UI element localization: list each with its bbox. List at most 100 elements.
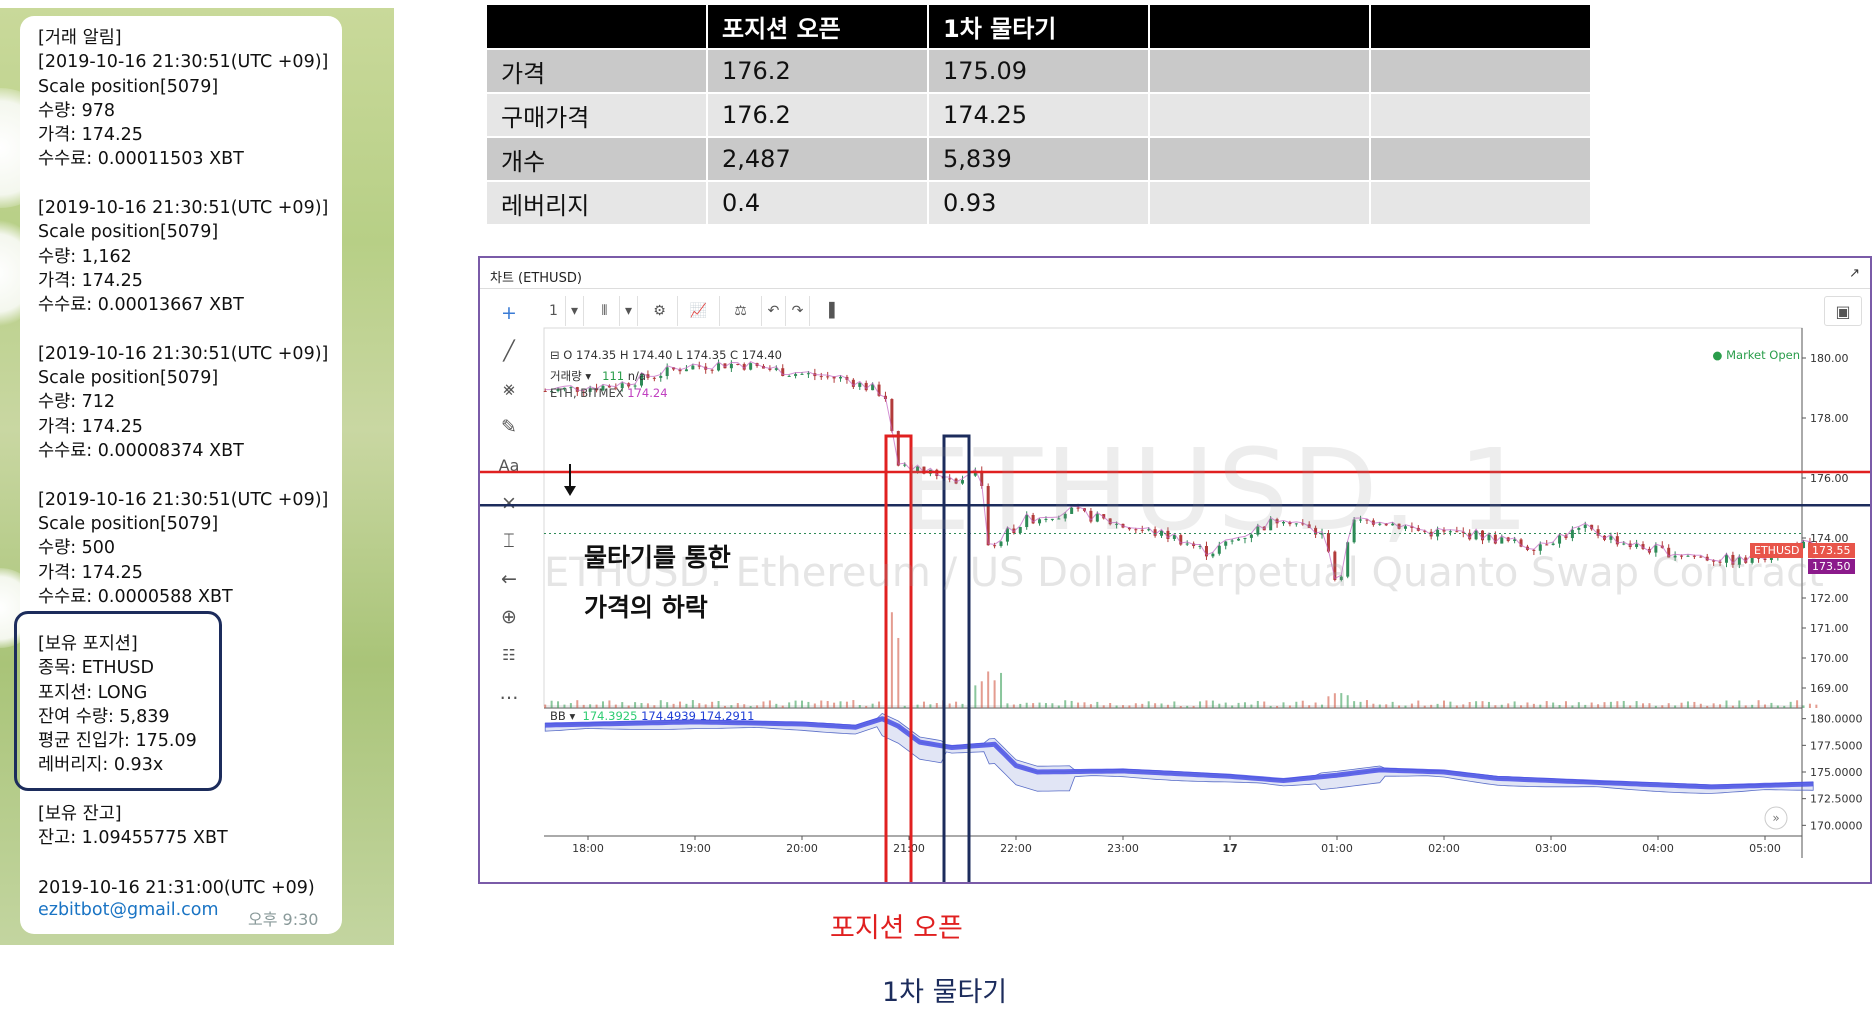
volume-bar: [1199, 701, 1202, 708]
volume-bar: [608, 700, 611, 708]
volume-bar: [1417, 700, 1420, 708]
volume-bar: [1057, 705, 1060, 708]
candle-body: [1545, 544, 1549, 546]
fill-qty: 수량: 1,162: [38, 246, 132, 267]
volume-bar: [1423, 705, 1426, 708]
volume-bar: [1410, 703, 1413, 708]
volume-bar: [1770, 702, 1773, 708]
collapse-icon[interactable]: ⊟: [550, 348, 560, 362]
volume-bar: [1520, 705, 1523, 708]
message-sent-time: 오후 9:30: [248, 910, 319, 929]
row-label: 개수: [487, 138, 706, 180]
volume-bar: [1224, 702, 1227, 708]
volume-bar: [659, 700, 662, 708]
time-axis-label: 22:00: [1000, 842, 1032, 855]
volume-bar: [1000, 672, 1003, 708]
volume-bar: [1102, 705, 1105, 708]
volume-bar: [1276, 705, 1279, 708]
email-link[interactable]: ezbitbot@gmail.com: [38, 900, 219, 920]
volume-bar: [1096, 701, 1099, 708]
fill-fee: 수수료: 0.00008374 XBT: [38, 441, 244, 462]
price-axis-label: 176.00: [1810, 472, 1849, 485]
fill-fee: 수수료: 0.00011503 XBT: [38, 149, 244, 170]
volume-bar: [1667, 703, 1670, 708]
volume-bar: [1802, 705, 1805, 708]
table-header-add1: 1차 물타기: [929, 5, 1148, 48]
volume-bar: [801, 700, 803, 708]
chevron-down-icon[interactable]: ▾: [585, 369, 591, 383]
volume-bar: [1686, 701, 1689, 708]
volume-bar: [1648, 703, 1651, 708]
position-table: 포지션 오픈 1차 물타기 가격 176.2 175.09 구매가격 176.2…: [485, 3, 1592, 226]
table-row: 구매가격 176.2 174.25: [487, 94, 1590, 136]
fill-label: Scale position[5079]: [38, 76, 219, 97]
volume-bar: [1378, 704, 1381, 708]
volume-bar: [890, 612, 893, 708]
time-axis-label: 18:00: [572, 842, 604, 855]
cell-open: 176.2: [708, 94, 927, 136]
volume-bar: [601, 701, 604, 708]
symbol-label: ETH, BITMEX: [550, 386, 624, 400]
candle-body: [839, 376, 843, 379]
volume-bar: [1455, 705, 1458, 708]
bb-label: BB: [550, 709, 566, 723]
volume-bar: [1398, 705, 1401, 708]
bb-readout: BB ▾ 174.3925 174.4939 174.2911: [550, 709, 754, 723]
caption-position-open: 포지션 오픈: [830, 913, 963, 944]
candle-body: [729, 363, 733, 369]
trade-alert-message: [거래 알림] [2019-10-16 21:30:51(UTC +09)] S…: [38, 26, 328, 609]
candle-body: [1635, 544, 1639, 548]
volume-bar: [1211, 700, 1214, 708]
time-axis-label: 02:00: [1428, 842, 1460, 855]
volume-bar: [1083, 702, 1086, 708]
symbol-readout: ETH, BITMEX 174.24: [550, 386, 668, 400]
position-avg-entry: 평균 진입가: 175.09: [38, 731, 197, 752]
volume-bar: [833, 702, 836, 708]
volume-bar: [768, 700, 771, 708]
volume-na: n/a: [627, 369, 646, 383]
description-watermark: ETHUSD: Ethereum / US Dollar Perpetual Q…: [544, 550, 1824, 596]
volume-bar: [1558, 704, 1561, 708]
bb-axis-label: 172.5000: [1810, 793, 1863, 806]
volume-bar: [1539, 704, 1542, 708]
time-axis-label: 03:00: [1535, 842, 1567, 855]
table-header-open: 포지션 오픈: [708, 5, 927, 48]
volume-bar: [756, 705, 759, 708]
volume-bar: [1179, 705, 1182, 708]
cell-empty: [1150, 182, 1369, 224]
volume-bar: [1077, 702, 1080, 708]
volume-bar: [1597, 704, 1600, 708]
chevron-down-icon[interactable]: ▾: [569, 709, 575, 723]
volume-bar: [1327, 696, 1330, 708]
volume-bar: [1288, 705, 1291, 708]
volume-bar: [1128, 705, 1131, 708]
candle-body: [794, 374, 798, 376]
volume-bar: [1256, 700, 1259, 708]
volume-bar: [1751, 704, 1754, 708]
volume-bar: [1109, 703, 1112, 708]
volume-bar: [614, 704, 617, 708]
cell-open: 2,487: [708, 138, 927, 180]
volume-bar: [1192, 705, 1195, 708]
table-header-blank: [487, 5, 706, 48]
volume-bar: [569, 703, 572, 708]
volume-bar: [1622, 700, 1625, 708]
cell-empty: [1150, 50, 1369, 92]
volume-bar: [1475, 701, 1478, 708]
volume-bar: [980, 681, 983, 708]
volume-bar: [1250, 704, 1253, 708]
volume-bar: [550, 700, 553, 708]
candle-body: [665, 367, 669, 377]
volume-bar: [1609, 701, 1612, 708]
volume-bar: [589, 704, 592, 708]
volume-bar: [621, 702, 624, 708]
bollinger-bands: [544, 713, 1814, 794]
time-axis-label: 21:00: [893, 842, 925, 855]
volume-bar: [1564, 701, 1567, 708]
candle-body: [1558, 535, 1562, 544]
volume-bar: [1513, 701, 1516, 708]
volume-bar: [1545, 701, 1548, 708]
volume-bar: [672, 703, 675, 708]
volume-bar: [1032, 703, 1035, 708]
bb-axis-label: 180.0000: [1810, 713, 1863, 726]
